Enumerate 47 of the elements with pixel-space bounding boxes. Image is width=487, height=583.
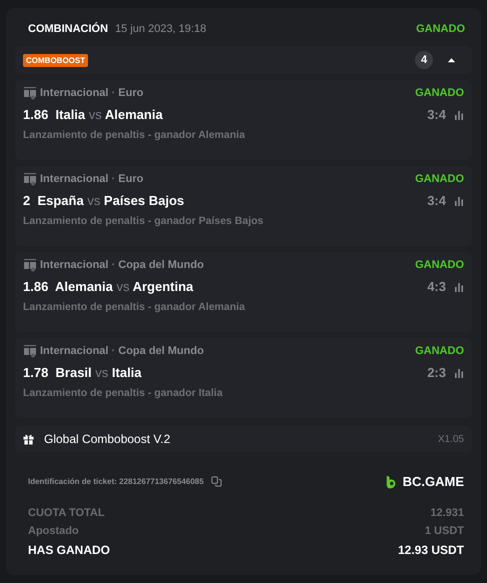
gift-icon [23, 434, 34, 444]
match-status: GANADO [415, 345, 464, 357]
match-score: 3:4 [427, 107, 446, 122]
total-value: 12.93 USDT [398, 543, 464, 557]
match-status: GANADO [415, 87, 464, 99]
match-score: 4:3 [427, 279, 446, 294]
match-title: 1.86 Alemania vs Argentina [23, 279, 194, 294]
league-icon [23, 172, 37, 186]
market-text: Lanzamiento de penaltis - ganador Alemania [23, 301, 246, 313]
league-icon [23, 344, 37, 358]
league-icon [23, 86, 37, 100]
total-value: 12.931 [430, 507, 464, 519]
match-title: 1.78 Brasil vs Italia [23, 365, 142, 380]
market-text: Lanzamiento de penaltis - ganador Alemania [23, 129, 246, 141]
bet-status: GANADO [416, 23, 465, 35]
match-title: 1.86 Italia vs Alemania [23, 107, 163, 122]
match-status: GANADO [415, 173, 464, 185]
total-label: CUOTA TOTAL [28, 507, 105, 519]
total-value: 1 USDT [424, 525, 464, 537]
copy-icon[interactable] [210, 476, 222, 487]
bet-date: 15 jun 2023, 19:18 [115, 23, 206, 35]
market-text: Lanzamiento de penaltis - ganador Italia [23, 387, 224, 399]
leg-count: 4 [415, 51, 433, 69]
match-score: 2:3 [427, 365, 446, 380]
match-score: 3:4 [427, 193, 446, 208]
bet-type: COMBINACIÓN [28, 23, 108, 35]
boost-multiplier: X1.05 [438, 434, 464, 444]
ticket-id: Identificación de ticket: 2281267713676546085 [28, 477, 204, 486]
stats-icon[interactable] [454, 196, 464, 206]
league-name: Internacional · Copa del Mundo [40, 259, 204, 271]
league-name: Internacional · Copa del Mundo [40, 345, 204, 357]
league-name: Internacional · Euro [40, 87, 144, 99]
match-status: GANADO [415, 259, 464, 271]
stats-icon[interactable] [454, 282, 464, 292]
match-title: 2 España vs Países Bajos [23, 193, 184, 208]
comboboost-badge: COMBOBOOST [23, 54, 88, 66]
stats-icon[interactable] [454, 368, 464, 378]
caret-icon[interactable] [447, 57, 456, 63]
total-label: Apostado [28, 525, 79, 537]
league-name: Internacional · Euro [40, 173, 144, 185]
league-icon [23, 258, 37, 272]
stats-icon[interactable] [454, 110, 464, 120]
boost-name: Global Comboboost V.2 [44, 432, 170, 446]
total-label: HAS GANADO [28, 543, 110, 557]
brand-name: BC.GAME [402, 474, 464, 489]
brand-logo-icon [386, 474, 396, 488]
market-text: Lanzamiento de penaltis - ganador Países Bajos [23, 215, 264, 227]
